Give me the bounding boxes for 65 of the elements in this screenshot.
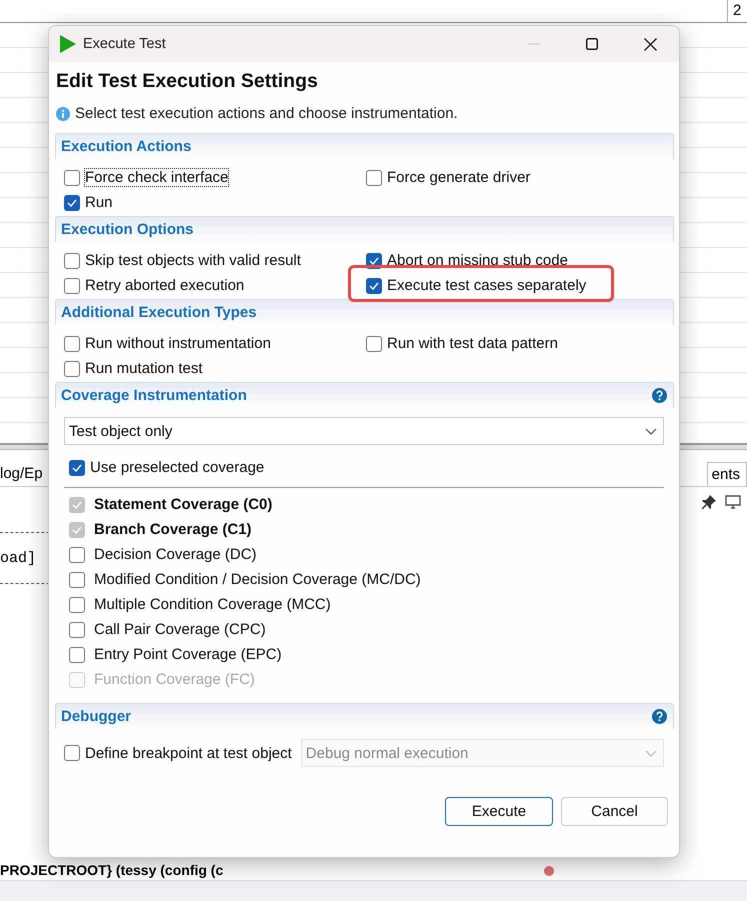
checkbox[interactable] — [69, 646, 85, 662]
section-title: Execution Actions — [61, 138, 192, 155]
dialog-button[interactable]: Execute — [445, 797, 553, 826]
dialog-heading: Edit Test Execution Settings — [56, 70, 319, 93]
dialog-button[interactable]: Cancel — [561, 797, 668, 826]
tab[interactable]: log/Ep — [0, 462, 47, 486]
play-icon — [59, 34, 77, 54]
check-icon — [369, 256, 379, 264]
check-icon — [72, 464, 82, 472]
checkbox-label[interactable]: Execute test cases separately — [386, 276, 588, 295]
tab[interactable]: ents — [706, 462, 747, 486]
checkbox-label[interactable]: Multiple Condition Coverage (MCC) — [93, 595, 332, 614]
check-icon — [72, 526, 82, 534]
checkbox-label[interactable]: Force check interface — [84, 168, 230, 187]
status-text: PROJECTROOT} (tessy (config (c — [0, 862, 224, 878]
checkbox[interactable] — [69, 546, 85, 562]
checkbox-label[interactable]: Force generate driver — [386, 168, 532, 187]
info-icon — [56, 106, 70, 120]
check-icon — [72, 500, 82, 508]
check-icon — [369, 282, 379, 290]
checkbox[interactable] — [64, 252, 80, 268]
check-icon — [67, 198, 77, 206]
checkbox[interactable] — [366, 336, 382, 352]
checkbox[interactable] — [64, 278, 80, 294]
checkbox-label[interactable]: Define breakpoint at test object — [84, 744, 293, 762]
checkbox[interactable] — [64, 194, 80, 210]
checkbox-label[interactable]: Use preselected coverage — [89, 458, 266, 477]
help-icon[interactable] — [652, 388, 667, 403]
checkbox[interactable] — [64, 360, 80, 376]
section-title: Additional Execution Types — [61, 304, 257, 321]
checkbox-label[interactable]: Retry aborted execution — [84, 276, 246, 295]
checkbox-label[interactable]: Call Pair Coverage (CPC) — [93, 620, 267, 639]
checkbox-label[interactable]: Run — [84, 193, 114, 212]
section-title: Coverage Instrumentation — [61, 387, 247, 404]
window-title: Execute Test — [83, 36, 167, 52]
checkbox[interactable] — [69, 596, 85, 612]
checkbox-label[interactable]: Entry Point Coverage (EPC) — [93, 645, 283, 664]
help-icon[interactable] — [652, 709, 667, 724]
close-icon[interactable] — [644, 38, 656, 50]
info-text: Select test execution actions and choose instrumentation. — [75, 105, 458, 122]
checkbox-label[interactable]: Skip test objects with valid result — [84, 251, 302, 270]
checkbox[interactable] — [69, 622, 85, 638]
section-title: Execution Options — [61, 221, 194, 238]
checkbox-label[interactable]: Run mutation test — [84, 359, 204, 378]
checkbox[interactable] — [64, 745, 80, 761]
maximize-icon[interactable] — [586, 38, 598, 50]
field-value: 2 — [727, 0, 747, 22]
checkbox[interactable] — [366, 278, 382, 294]
section-title: Debugger — [61, 708, 132, 725]
checkbox[interactable] — [366, 170, 382, 186]
dropdown[interactable]: Test object only — [64, 417, 664, 445]
code-text: oad] — [0, 550, 36, 566]
checkbox-label[interactable]: Run with test data pattern — [386, 334, 559, 353]
caret-icon — [645, 750, 657, 756]
error-icon — [544, 866, 554, 876]
checkbox-label[interactable]: Run without instrumentation — [84, 334, 272, 353]
checkbox-label[interactable]: Decision Coverage (DC) — [93, 545, 258, 564]
checkbox[interactable] — [69, 572, 85, 588]
checkbox[interactable] — [64, 170, 80, 186]
monitor-icon[interactable] — [725, 494, 741, 510]
checkbox[interactable] — [69, 460, 85, 476]
checkbox[interactable] — [64, 336, 80, 352]
pin-icon[interactable] — [701, 494, 717, 510]
checkbox-label[interactable]: Modified Condition / Decision Coverage (MC/DC) — [93, 570, 422, 589]
caret-icon — [645, 428, 657, 434]
